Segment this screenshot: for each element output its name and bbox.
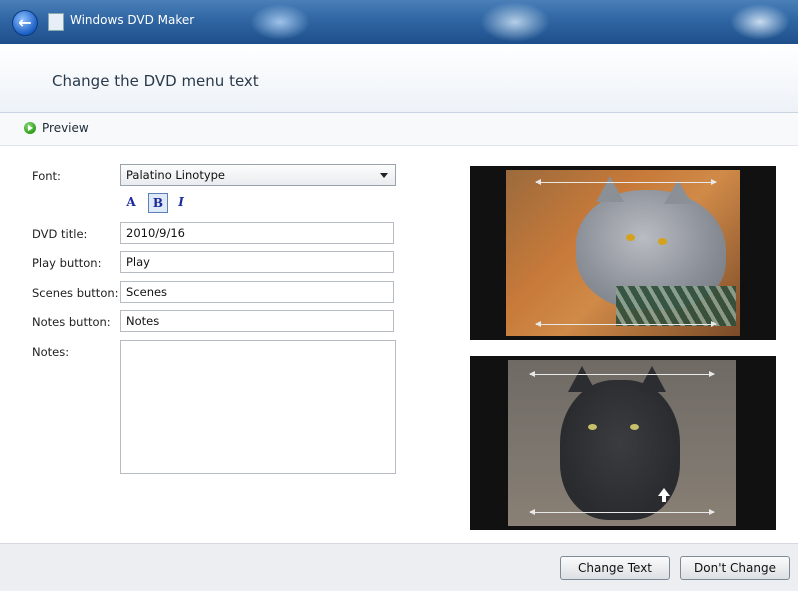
dvd-title-label: DVD title: bbox=[32, 227, 88, 241]
menu-preview-main bbox=[470, 166, 776, 340]
double-arrow-icon bbox=[535, 179, 717, 185]
text-color-button[interactable]: A bbox=[124, 193, 138, 211]
page-title: Change the DVD menu text bbox=[52, 72, 259, 90]
up-arrow-icon bbox=[658, 488, 670, 502]
back-arrow-icon[interactable]: ← bbox=[12, 10, 38, 36]
preview-button[interactable]: Preview bbox=[42, 121, 89, 135]
cat-eye bbox=[658, 238, 667, 245]
app-title: Windows DVD Maker bbox=[70, 13, 195, 27]
italic-button[interactable]: I bbox=[174, 193, 188, 211]
app-icon bbox=[48, 13, 64, 31]
double-arrow-icon bbox=[529, 371, 715, 377]
cat-eye bbox=[588, 424, 597, 430]
cat-ear bbox=[664, 180, 692, 204]
menu-preview-scenes bbox=[470, 356, 776, 530]
dvd-title-field[interactable]: 2010/9/16 bbox=[120, 222, 394, 244]
dont-change-button[interactable]: Don't Change bbox=[680, 556, 790, 580]
cat-photo-black bbox=[508, 360, 736, 526]
play-button-label: Play button: bbox=[32, 256, 102, 270]
play-button-field[interactable]: Play bbox=[120, 251, 394, 273]
titlebar-glow bbox=[480, 2, 550, 42]
titlebar-glow bbox=[730, 4, 790, 40]
footer-bar bbox=[0, 543, 798, 591]
font-select-value: Palatino Linotype bbox=[126, 168, 226, 182]
play-icon[interactable] bbox=[24, 122, 36, 134]
titlebar-glow bbox=[250, 4, 310, 40]
toolbar bbox=[0, 113, 798, 146]
cat-eye bbox=[630, 424, 639, 430]
change-text-button[interactable]: Change Text bbox=[560, 556, 670, 580]
font-select[interactable]: Palatino Linotype bbox=[120, 164, 396, 186]
scenes-button-field[interactable]: Scenes bbox=[120, 281, 394, 303]
cat-eye bbox=[626, 234, 635, 241]
cat-ear bbox=[596, 176, 624, 202]
font-label: Font: bbox=[32, 169, 61, 183]
notes-textarea[interactable] bbox=[120, 340, 396, 474]
bold-button[interactable]: B bbox=[148, 193, 168, 213]
cushion bbox=[616, 286, 736, 326]
scenes-button-label: Scenes button: bbox=[32, 286, 119, 300]
notes-label: Notes: bbox=[32, 345, 70, 359]
double-arrow-icon bbox=[535, 321, 717, 327]
notes-button-field[interactable]: Notes bbox=[120, 310, 394, 332]
notes-button-label: Notes button: bbox=[32, 315, 111, 329]
double-arrow-icon bbox=[529, 509, 715, 515]
cat-photo-gray bbox=[506, 170, 740, 336]
cat-ear bbox=[568, 366, 596, 392]
chevron-down-icon bbox=[380, 173, 388, 178]
cat-ear bbox=[638, 366, 666, 392]
